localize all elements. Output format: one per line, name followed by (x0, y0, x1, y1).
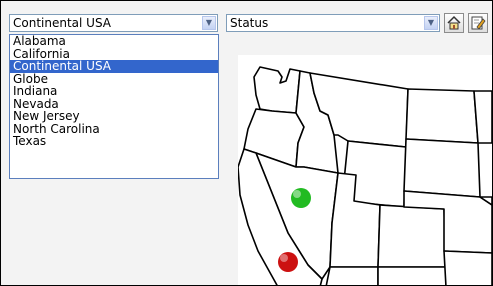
state-kansas[interactable] (443, 250, 492, 285)
marker-highlight (280, 254, 288, 262)
home-icon (447, 15, 461, 30)
region-option[interactable]: Texas (10, 135, 218, 148)
status-marker-red[interactable] (278, 252, 298, 272)
region-select-value: Continental USA (13, 16, 111, 30)
status-select-value: Status (230, 16, 269, 30)
state-colorado[interactable] (377, 204, 447, 268)
chevron-down-icon[interactable]: ▼ (424, 16, 438, 30)
state-washington[interactable] (253, 66, 301, 114)
region-option[interactable]: New Jersey (10, 110, 218, 123)
status-select[interactable]: Status ▼ (226, 14, 440, 32)
state-new-mexico[interactable] (377, 266, 447, 285)
marker-highlight (293, 190, 301, 198)
home-button[interactable] (444, 13, 464, 33)
map-area[interactable] (238, 55, 492, 285)
state-north-dakota[interactable] (405, 88, 479, 144)
region-option[interactable]: Indiana (10, 85, 218, 98)
status-marker-green[interactable] (291, 188, 311, 208)
app-frame: Continental USA ▼ Status ▼ Alabama Califo… (0, 0, 493, 286)
edit-button[interactable] (468, 13, 488, 33)
state-south-dakota[interactable] (403, 138, 481, 198)
region-dropdown-list[interactable]: Alabama California Continental USA Globe Ind… (9, 34, 219, 179)
edit-icon (471, 16, 486, 30)
chevron-down-icon[interactable]: ▼ (202, 16, 216, 30)
state-arizona[interactable] (325, 266, 379, 285)
region-select[interactable]: Continental USA ▼ (9, 14, 218, 32)
region-option[interactable]: Continental USA (10, 60, 218, 73)
us-map[interactable] (238, 55, 492, 285)
state-minnesota[interactable] (473, 90, 492, 144)
region-option[interactable]: Alabama (10, 35, 218, 48)
